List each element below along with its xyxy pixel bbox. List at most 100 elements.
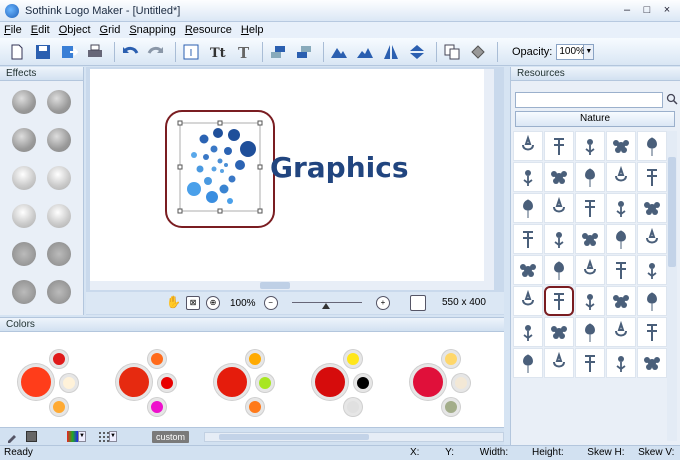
eyedropper-icon[interactable] <box>6 431 18 443</box>
menu-grid[interactable]: Grid <box>100 24 121 36</box>
color-palette-group[interactable] <box>16 342 86 422</box>
resource-shape-item[interactable] <box>575 348 605 378</box>
resource-shape-item[interactable] <box>637 317 667 347</box>
color-swatch-main[interactable] <box>312 364 348 400</box>
save-button[interactable] <box>32 41 54 63</box>
resource-shape-item[interactable] <box>637 224 667 254</box>
resource-shape-item[interactable] <box>575 193 605 223</box>
effect-item[interactable] <box>6 199 42 233</box>
color-swatch-top[interactable] <box>442 350 460 368</box>
color-swatch-main[interactable] <box>116 364 152 400</box>
color-swatch-right[interactable] <box>60 374 78 392</box>
color-swatch-bottom[interactable] <box>246 398 264 416</box>
resource-shape-item[interactable] <box>575 224 605 254</box>
color-swatch-main[interactable] <box>410 364 446 400</box>
scroll-thumb[interactable] <box>219 434 369 440</box>
text-box-button[interactable]: I <box>180 41 202 63</box>
flip-a-button[interactable] <box>328 41 350 63</box>
bring-front-button[interactable] <box>267 41 289 63</box>
resource-shape-item[interactable] <box>513 317 543 347</box>
color-swatch-bottom[interactable] <box>50 398 68 416</box>
export-button[interactable] <box>58 41 80 63</box>
resource-shape-item[interactable] <box>575 317 605 347</box>
color-swatch-right[interactable] <box>452 374 470 392</box>
effect-item[interactable] <box>42 123 78 157</box>
color-swatch-top[interactable] <box>246 350 264 368</box>
minimize-button[interactable]: – <box>618 3 636 19</box>
hand-tool-icon[interactable]: ✋ <box>166 296 181 310</box>
design-canvas[interactable]: Graphics <box>90 69 494 281</box>
flip-vertical-button[interactable] <box>406 41 428 63</box>
resource-shape-item[interactable] <box>513 286 543 316</box>
resource-shape-item[interactable] <box>544 162 574 192</box>
resource-shape-item[interactable] <box>606 224 636 254</box>
zoom-in-icon[interactable]: + <box>376 296 390 310</box>
effect-item[interactable] <box>42 237 78 271</box>
resource-shape-item[interactable] <box>637 162 667 192</box>
resize-handle[interactable] <box>257 208 263 214</box>
resource-shape-item[interactable] <box>544 255 574 285</box>
menu-resource[interactable]: Resource <box>185 24 232 36</box>
resource-shape-item[interactable] <box>575 255 605 285</box>
effect-item[interactable] <box>42 275 78 309</box>
resource-shape-item[interactable] <box>544 193 574 223</box>
grid-view-icon[interactable] <box>98 431 109 442</box>
canvas-vertical-scrollbar[interactable] <box>484 69 494 281</box>
art-text-button[interactable]: T <box>232 41 254 63</box>
effect-item[interactable] <box>42 161 78 195</box>
color-palette-group[interactable] <box>114 342 184 422</box>
opacity-dropdown-button[interactable]: ▼ <box>584 43 595 60</box>
resources-vertical-scrollbar[interactable] <box>667 131 677 441</box>
canvas-horizontal-scrollbar[interactable] <box>90 281 494 290</box>
undo-button[interactable] <box>119 41 141 63</box>
flip-horizontal-button[interactable] <box>380 41 402 63</box>
resource-shape-item[interactable] <box>606 317 636 347</box>
palette-dropdown-button[interactable]: ▼ <box>78 431 86 442</box>
maximize-button[interactable]: □ <box>638 3 656 19</box>
resize-handle[interactable] <box>257 120 263 126</box>
resource-shape-item[interactable] <box>637 193 667 223</box>
menu-file[interactable]: File <box>4 24 22 36</box>
color-swatch-right[interactable] <box>354 374 372 392</box>
resource-shape-item[interactable] <box>606 286 636 316</box>
resize-handle[interactable] <box>217 120 223 126</box>
redo-button[interactable] <box>145 41 167 63</box>
resource-shape-item[interactable] <box>544 131 574 161</box>
effect-item[interactable] <box>6 85 42 119</box>
send-back-button[interactable] <box>293 41 315 63</box>
color-swatch-main[interactable] <box>18 364 54 400</box>
resource-shape-item[interactable] <box>637 255 667 285</box>
color-swatch-top[interactable] <box>148 350 166 368</box>
resource-shape-item[interactable] <box>637 286 667 316</box>
resource-shape-item[interactable] <box>544 317 574 347</box>
effect-item[interactable] <box>6 123 42 157</box>
new-button[interactable] <box>6 41 28 63</box>
resource-shape-item[interactable] <box>544 348 574 378</box>
zoom-out-icon[interactable]: − <box>263 296 278 310</box>
effect-item[interactable] <box>42 199 78 233</box>
print-button[interactable] <box>84 41 106 63</box>
resource-shape-item[interactable] <box>606 348 636 378</box>
fit-window-icon[interactable]: ⊠ <box>186 296 200 310</box>
resource-shape-item[interactable] <box>575 162 605 192</box>
resource-shape-item[interactable] <box>606 193 636 223</box>
resource-shape-item[interactable] <box>637 131 667 161</box>
resource-shape-item[interactable] <box>606 162 636 192</box>
scroll-thumb[interactable] <box>668 157 676 267</box>
palette-color-icon[interactable] <box>67 431 78 442</box>
close-button[interactable]: × <box>658 3 676 19</box>
resource-shape-item[interactable] <box>544 286 574 316</box>
flip-b-button[interactable] <box>354 41 376 63</box>
resource-shape-item[interactable] <box>637 348 667 378</box>
color-swatch-main[interactable] <box>214 364 250 400</box>
scroll-thumb[interactable] <box>260 282 290 289</box>
fill-swatch-icon[interactable] <box>26 431 37 442</box>
color-swatch-right[interactable] <box>256 374 274 392</box>
resize-handle[interactable] <box>177 120 183 126</box>
custom-palette-label[interactable]: custom <box>152 431 190 443</box>
effect-item[interactable] <box>6 237 42 271</box>
search-icon[interactable] <box>666 93 678 105</box>
color-swatch-top[interactable] <box>50 350 68 368</box>
color-palette-group[interactable] <box>310 342 380 422</box>
effect-item[interactable] <box>6 275 42 309</box>
